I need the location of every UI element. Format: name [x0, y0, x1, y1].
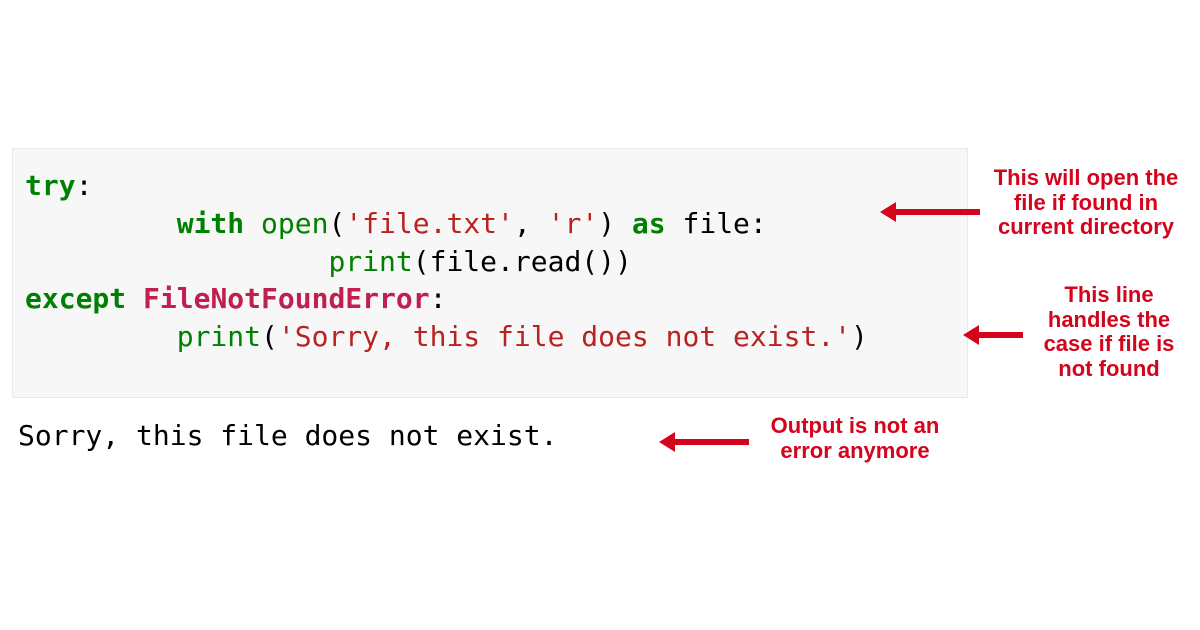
arrow-icon — [659, 432, 749, 452]
str-mode: 'r' — [548, 207, 599, 240]
colon: : — [76, 169, 93, 202]
fn-print: print — [177, 320, 261, 353]
sp — [666, 207, 683, 240]
fn-print: print — [328, 245, 412, 278]
sp — [244, 207, 261, 240]
str-filename: 'file.txt' — [345, 207, 514, 240]
comma: , — [514, 207, 548, 240]
fn-open: open — [261, 207, 328, 240]
code-block: try: with open('file.txt', 'r') as file:… — [12, 148, 968, 398]
annotation-except-handler: This line handles the case if file is no… — [1025, 283, 1193, 382]
kw-try: try — [25, 169, 76, 202]
indent — [25, 320, 177, 353]
rparen: ) — [598, 207, 615, 240]
lparen: ( — [261, 320, 278, 353]
kw-as: as — [632, 207, 666, 240]
str-msg: 'Sorry, this file does not exist.' — [278, 320, 851, 353]
sp — [126, 282, 143, 315]
annotation-open-file: This will open the file if found in curr… — [984, 166, 1188, 240]
print-args: (file.read()) — [413, 245, 632, 278]
lparen: ( — [328, 207, 345, 240]
indent — [25, 207, 177, 240]
arrow-icon — [963, 325, 1023, 345]
rparen: ) — [851, 320, 868, 353]
colon: : — [430, 282, 447, 315]
indent — [25, 245, 328, 278]
colon: : — [750, 207, 767, 240]
canvas: try: with open('file.txt', 'r') as file:… — [0, 0, 1200, 630]
kw-except: except — [25, 282, 126, 315]
exc-name: FileNotFoundError — [143, 282, 430, 315]
arrow-icon — [880, 202, 980, 222]
annotation-output: Output is not an error anymore — [755, 414, 955, 463]
kw-with: with — [177, 207, 244, 240]
program-output: Sorry, this file does not exist. — [18, 419, 557, 452]
var-file: file — [682, 207, 749, 240]
sp — [615, 207, 632, 240]
